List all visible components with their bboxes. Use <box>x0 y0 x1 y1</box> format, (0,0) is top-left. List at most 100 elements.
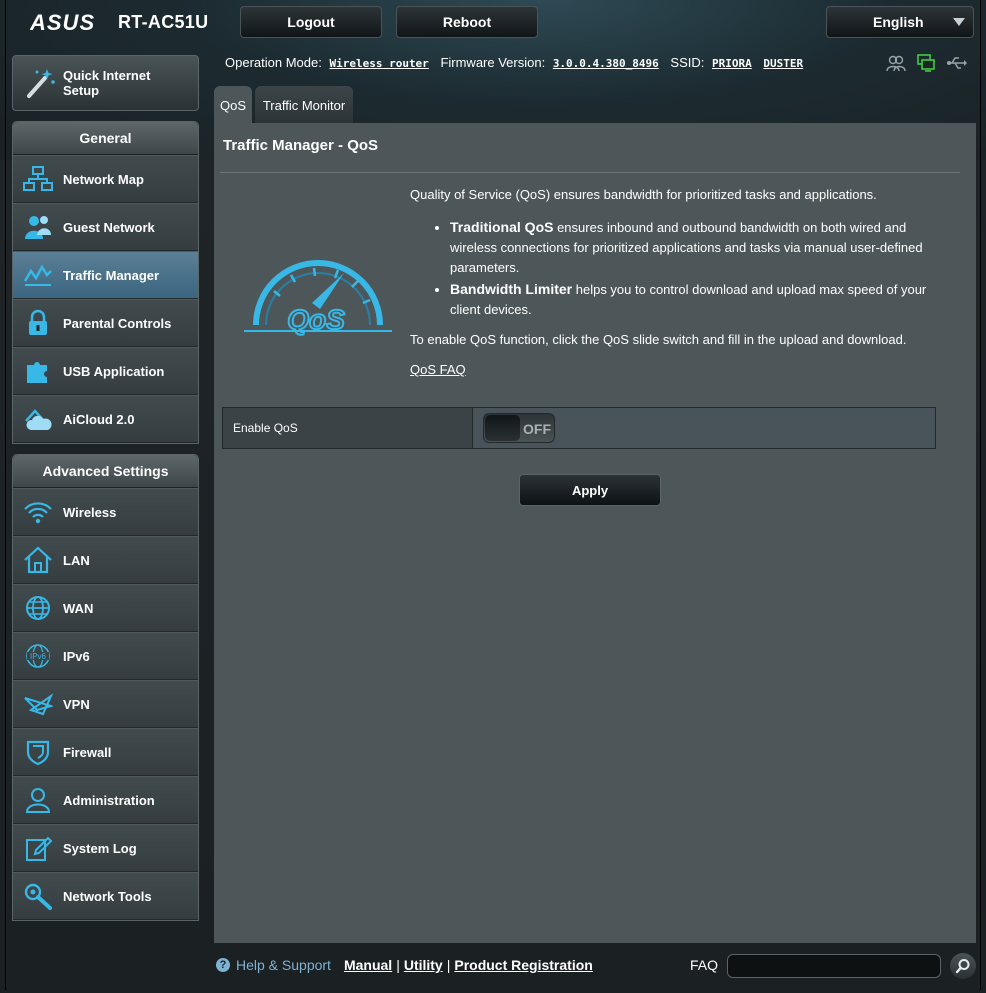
sidebar-item-label: Traffic Manager <box>63 267 160 283</box>
advanced-menu: Advanced Settings Wireless LAN WAN IPv6 … <box>12 454 199 921</box>
sidebar-item-wireless[interactable]: Wireless <box>13 488 198 536</box>
home-icon <box>21 545 55 575</box>
faq-search-button[interactable] <box>950 953 976 979</box>
sidebar-item-label: Network Tools <box>63 888 152 904</box>
sidebar-item-label: Administration <box>63 792 155 808</box>
user-icon <box>21 785 55 815</box>
wrench-icon <box>21 881 55 911</box>
enable-qos-label: Enable QoS <box>223 408 473 448</box>
globe-icon <box>21 593 55 623</box>
qos-faq-link[interactable]: QoS FAQ <box>410 360 466 380</box>
operation-mode-label: Operation Mode: <box>225 55 322 70</box>
language-value: English <box>873 14 924 30</box>
asus-logo: ASUS <box>30 10 95 34</box>
sidebar-item-parental-controls[interactable]: Parental Controls <box>13 299 198 347</box>
sidebar-item-traffic-manager[interactable]: Traffic Manager <box>13 251 198 299</box>
sidebar-item-ipv6[interactable]: IPv6 IPv6 <box>13 632 198 680</box>
ipv6-icon: IPv6 <box>21 641 55 671</box>
sidebar-item-label: Firewall <box>63 744 112 760</box>
footer-separator: | <box>396 957 400 973</box>
traffic-manager-icon <box>21 260 55 290</box>
sidebar-item-aicloud[interactable]: AiCloud 2.0 <box>13 395 198 443</box>
enable-qos-toggle[interactable]: OFF <box>483 413 555 443</box>
list-item: Bandwidth Limiter helps you to control d… <box>450 279 950 320</box>
sidebar-item-label: WAN <box>63 600 94 616</box>
quick-internet-setup-button[interactable]: Quick Internet Setup <box>12 55 199 111</box>
footer: ? Help & Support Manual | Utility | Prod… <box>216 957 593 973</box>
magic-wand-icon <box>27 69 55 98</box>
toggle-knob <box>485 415 520 441</box>
ssid-link-2[interactable]: DUSTER <box>763 57 803 70</box>
sidebar-item-lan[interactable]: LAN <box>13 536 198 584</box>
intro-text: Quality of Service (QoS) ensures bandwid… <box>410 187 877 202</box>
edit-icon <box>21 833 55 863</box>
firmware-label: Firmware Version: <box>440 55 546 70</box>
firmware-link[interactable]: 3.0.0.4.380_8496 <box>553 57 659 70</box>
tab-qos[interactable]: QoS <box>214 86 252 124</box>
chevron-down-icon <box>953 18 965 26</box>
cloud-icon <box>21 404 55 434</box>
ssid-label: SSID: <box>670 55 705 70</box>
sidebar-item-label: System Log <box>63 840 137 856</box>
svg-text:IPv6: IPv6 <box>30 652 47 661</box>
advanced-title: Advanced Settings <box>13 455 198 488</box>
shield-icon <box>21 737 55 767</box>
guest-network-icon <box>21 212 55 242</box>
sidebar-item-label: Guest Network <box>63 219 155 235</box>
general-menu: General Network Map Guest Network Traffi… <box>12 121 199 444</box>
network-status-icon[interactable] <box>916 54 936 72</box>
faq-search-input[interactable] <box>727 954 941 978</box>
reboot-button[interactable]: Reboot <box>396 6 538 38</box>
usb-icon[interactable] <box>946 54 967 72</box>
title-divider <box>220 172 960 173</box>
svg-text:ASUS: ASUS <box>30 10 95 34</box>
enable-qos-row: Enable QoS OFF <box>222 407 936 449</box>
footer-separator: | <box>446 957 451 973</box>
main-panel: Traffic Manager - QoS QoS Quality of Ser… <box>214 123 976 943</box>
status-bar: Operation Mode: Wireless router Firmware… <box>225 55 811 70</box>
search-icon <box>955 959 970 974</box>
status-icons <box>886 54 967 72</box>
sidebar-item-label: USB Application <box>63 363 165 379</box>
logout-button[interactable]: Logout <box>240 6 382 38</box>
page-title: Traffic Manager - QoS <box>223 137 379 154</box>
sidebar-item-usb-application[interactable]: USB Application <box>13 347 198 395</box>
router-model: RT-AC51U <box>118 12 209 32</box>
apply-button[interactable]: Apply <box>519 474 661 506</box>
sidebar-item-wan[interactable]: WAN <box>13 584 198 632</box>
faq-label: FAQ <box>690 957 719 973</box>
qos-speedometer-icon: QoS <box>244 260 392 336</box>
sidebar-item-label: Parental Controls <box>63 315 172 331</box>
language-select[interactable]: English <box>826 6 974 38</box>
vpn-icon <box>21 689 55 719</box>
ssid-link-1[interactable]: PRIORA <box>712 57 752 70</box>
sidebar-item-network-tools[interactable]: Network Tools <box>13 872 198 920</box>
sidebar-item-label: Network Map <box>63 171 144 187</box>
manual-link[interactable]: Manual <box>344 957 392 973</box>
sidebar-item-administration[interactable]: Administration <box>13 776 198 824</box>
tab-traffic-monitor[interactable]: Traffic Monitor <box>255 86 353 124</box>
general-title: General <box>13 122 198 155</box>
operation-mode-link[interactable]: Wireless router <box>329 57 428 70</box>
list-item: Traditional QoS ensures inbound and outb… <box>450 217 950 278</box>
network-map-icon <box>21 164 55 194</box>
feature-list: Traditional QoS ensures inbound and outb… <box>450 217 950 320</box>
sidebar-item-label: IPv6 <box>63 648 90 664</box>
sidebar-item-firewall[interactable]: Firewall <box>13 728 198 776</box>
toggle-state: OFF <box>523 421 551 437</box>
sidebar-item-vpn[interactable]: VPN <box>13 680 198 728</box>
sidebar-item-network-map[interactable]: Network Map <box>13 155 198 203</box>
sidebar-item-guest-network[interactable]: Guest Network <box>13 203 198 251</box>
quick-setup-label: Quick Internet Setup <box>63 68 151 98</box>
sidebar-item-label: AiCloud 2.0 <box>63 411 135 427</box>
wifi-icon <box>21 497 55 527</box>
help-icon: ? <box>216 958 230 972</box>
enable-qos-value: OFF <box>473 408 935 448</box>
product-registration-link[interactable]: Product Registration <box>454 957 592 973</box>
qos-description: Quality of Service (QoS) ensures bandwid… <box>410 185 950 380</box>
clients-icon[interactable] <box>886 54 906 72</box>
sidebar-item-label: VPN <box>63 696 90 712</box>
utility-link[interactable]: Utility <box>404 957 443 973</box>
sidebar-item-system-log[interactable]: System Log <box>13 824 198 872</box>
sidebar-item-label: LAN <box>63 552 90 568</box>
